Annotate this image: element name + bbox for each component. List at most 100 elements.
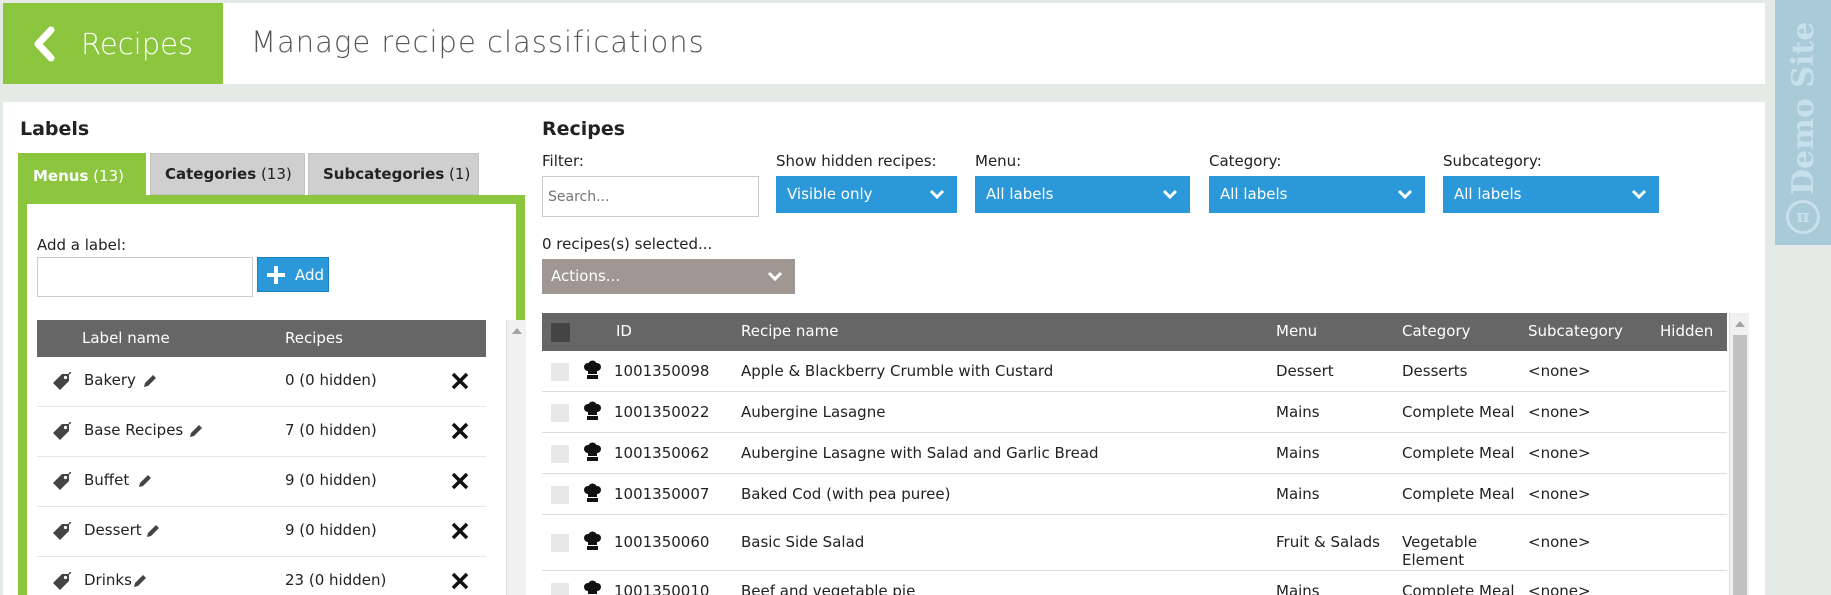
recipe-subcategory: <none>	[1528, 533, 1591, 551]
show-hidden-select[interactable]: Visible only	[776, 176, 957, 213]
tag-icon	[51, 521, 72, 542]
pencil-icon[interactable]	[145, 523, 161, 539]
labels-panel: Add a label: Add Label name Recipes Bake…	[18, 195, 526, 595]
add-label-input[interactable]	[37, 257, 253, 297]
scroll-up-arrow-icon[interactable]	[1734, 321, 1745, 327]
row-checkbox[interactable]	[551, 583, 569, 595]
category-filter-select[interactable]: All labels	[1209, 176, 1425, 213]
column-label-name[interactable]: Label name	[82, 329, 170, 347]
back-button[interactable]: Recipes	[3, 3, 223, 84]
menu-filter-label: Menu:	[975, 152, 1022, 170]
column-subcategory[interactable]: Subcategory	[1528, 322, 1623, 340]
tab-subcategories-label: Subcategories	[323, 165, 445, 183]
label-row: Bakery 0 (0 hidden)	[37, 357, 486, 407]
table-row[interactable]: 1001350022 Aubergine Lasagne Mains Compl…	[542, 392, 1727, 433]
recipe-category-line1: Vegetable	[1402, 533, 1478, 551]
chef-hat-icon	[583, 401, 602, 421]
row-checkbox[interactable]	[551, 445, 569, 463]
select-all-checkbox[interactable]	[551, 323, 570, 342]
recipe-subcategory: <none>	[1528, 485, 1591, 503]
scrollbar-thumb[interactable]	[1733, 335, 1747, 595]
tab-subcategories[interactable]: Subcategories (1)	[308, 153, 479, 195]
table-row[interactable]: 1001350098 Apple & Blackberry Crumble wi…	[542, 351, 1727, 392]
add-label-button-text: Add	[295, 265, 325, 284]
tab-categories[interactable]: Categories (13)	[150, 153, 305, 195]
delete-icon[interactable]	[450, 371, 470, 391]
pencil-icon[interactable]	[137, 473, 153, 489]
label-row: Base Recipes 7 (0 hidden)	[37, 407, 486, 457]
recipe-subcategory: <none>	[1528, 403, 1591, 421]
recipe-name[interactable]: Aubergine Lasagne with Salad and Garlic …	[741, 444, 1099, 462]
subcategory-filter-value: All labels	[1454, 185, 1522, 203]
recipe-id: 1001350007	[614, 485, 710, 503]
subcategory-filter-select[interactable]: All labels	[1443, 176, 1659, 213]
column-category[interactable]: Category	[1402, 322, 1471, 340]
row-checkbox[interactable]	[551, 404, 569, 422]
column-hidden[interactable]: Hidden	[1660, 322, 1713, 340]
chef-hat-icon	[583, 531, 602, 551]
recipes-table-scrollbar[interactable]	[1729, 313, 1749, 595]
label-name: Buffet	[84, 471, 130, 489]
delete-icon[interactable]	[450, 571, 470, 591]
tag-icon	[51, 471, 72, 492]
column-menu[interactable]: Menu	[1276, 322, 1317, 340]
recipe-name[interactable]: Basic Side Salad	[741, 533, 864, 551]
scroll-up-arrow-icon[interactable]	[511, 328, 522, 334]
recipe-menu: Dessert	[1276, 362, 1334, 380]
subcategory-filter-label: Subcategory:	[1443, 152, 1542, 170]
row-checkbox[interactable]	[551, 486, 569, 504]
pencil-icon[interactable]	[132, 573, 148, 589]
recipe-menu: Mains	[1276, 444, 1320, 462]
table-row[interactable]: 1001350010 Beef and vegetable pie Mains …	[542, 571, 1727, 595]
actions-label: Actions...	[551, 267, 621, 285]
add-label-button[interactable]: Add	[257, 257, 329, 292]
label-name: Dessert	[84, 521, 142, 539]
label-recipes-count: 23 (0 hidden)	[285, 571, 387, 589]
recipe-subcategory: <none>	[1528, 362, 1591, 380]
selected-count-text: 0 recipes(s) selected...	[542, 235, 713, 253]
menu-filter-select[interactable]: All labels	[975, 176, 1190, 213]
table-row[interactable]: 1001350062 Aubergine Lasagne with Salad …	[542, 433, 1727, 474]
recipe-name[interactable]: Baked Cod (with pea puree)	[741, 485, 950, 503]
recipe-id: 1001350022	[614, 403, 710, 421]
label-name: Drinks	[84, 571, 132, 589]
recipe-name[interactable]: Beef and vegetable pie	[741, 582, 915, 595]
label-row: Buffet 9 (0 hidden)	[37, 457, 486, 507]
recipe-name[interactable]: Apple & Blackberry Crumble with Custard	[741, 362, 1053, 380]
labels-table-header: Label name Recipes	[37, 320, 486, 357]
recipe-subcategory: <none>	[1528, 444, 1591, 462]
row-checkbox[interactable]	[551, 363, 569, 381]
table-row[interactable]: 1001350060 Basic Side Salad Fruit & Sala…	[542, 515, 1727, 571]
search-input[interactable]	[542, 176, 759, 217]
tab-menus[interactable]: Menus (13)	[18, 153, 146, 198]
chevron-down-icon	[1397, 189, 1413, 200]
tag-icon	[51, 421, 72, 442]
demo-site-text: Demo Site	[1786, 21, 1821, 195]
pencil-icon[interactable]	[188, 423, 204, 439]
show-hidden-label: Show hidden recipes:	[776, 152, 937, 170]
table-row[interactable]: 1001350007 Baked Cod (with pea puree) Ma…	[542, 474, 1727, 515]
labels-section-title: Labels	[20, 118, 90, 140]
chevron-down-icon	[929, 189, 945, 200]
delete-icon[interactable]	[450, 471, 470, 491]
column-id[interactable]: ID	[616, 322, 632, 340]
delete-icon[interactable]	[450, 521, 470, 541]
column-recipe-name[interactable]: Recipe name	[741, 322, 838, 340]
label-name: Base Recipes	[84, 421, 184, 439]
tab-categories-count: (13)	[260, 165, 292, 183]
chevron-down-icon	[767, 271, 783, 282]
delete-icon[interactable]	[450, 421, 470, 441]
plus-icon	[267, 265, 285, 284]
label-recipes-count: 9 (0 hidden)	[285, 471, 377, 489]
pencil-icon[interactable]	[142, 373, 158, 389]
recipe-id: 1001350098	[614, 362, 710, 380]
actions-dropdown[interactable]: Actions...	[542, 259, 795, 294]
labels-table-scrollbar[interactable]	[506, 320, 526, 595]
recipe-name[interactable]: Aubergine Lasagne	[741, 403, 885, 421]
category-filter-label: Category:	[1209, 152, 1282, 170]
filter-label: Filter:	[542, 152, 584, 170]
recipe-category: Complete Meal	[1402, 403, 1515, 421]
row-checkbox[interactable]	[551, 534, 569, 552]
column-recipes[interactable]: Recipes	[285, 329, 343, 347]
recipe-menu: Mains	[1276, 485, 1320, 503]
